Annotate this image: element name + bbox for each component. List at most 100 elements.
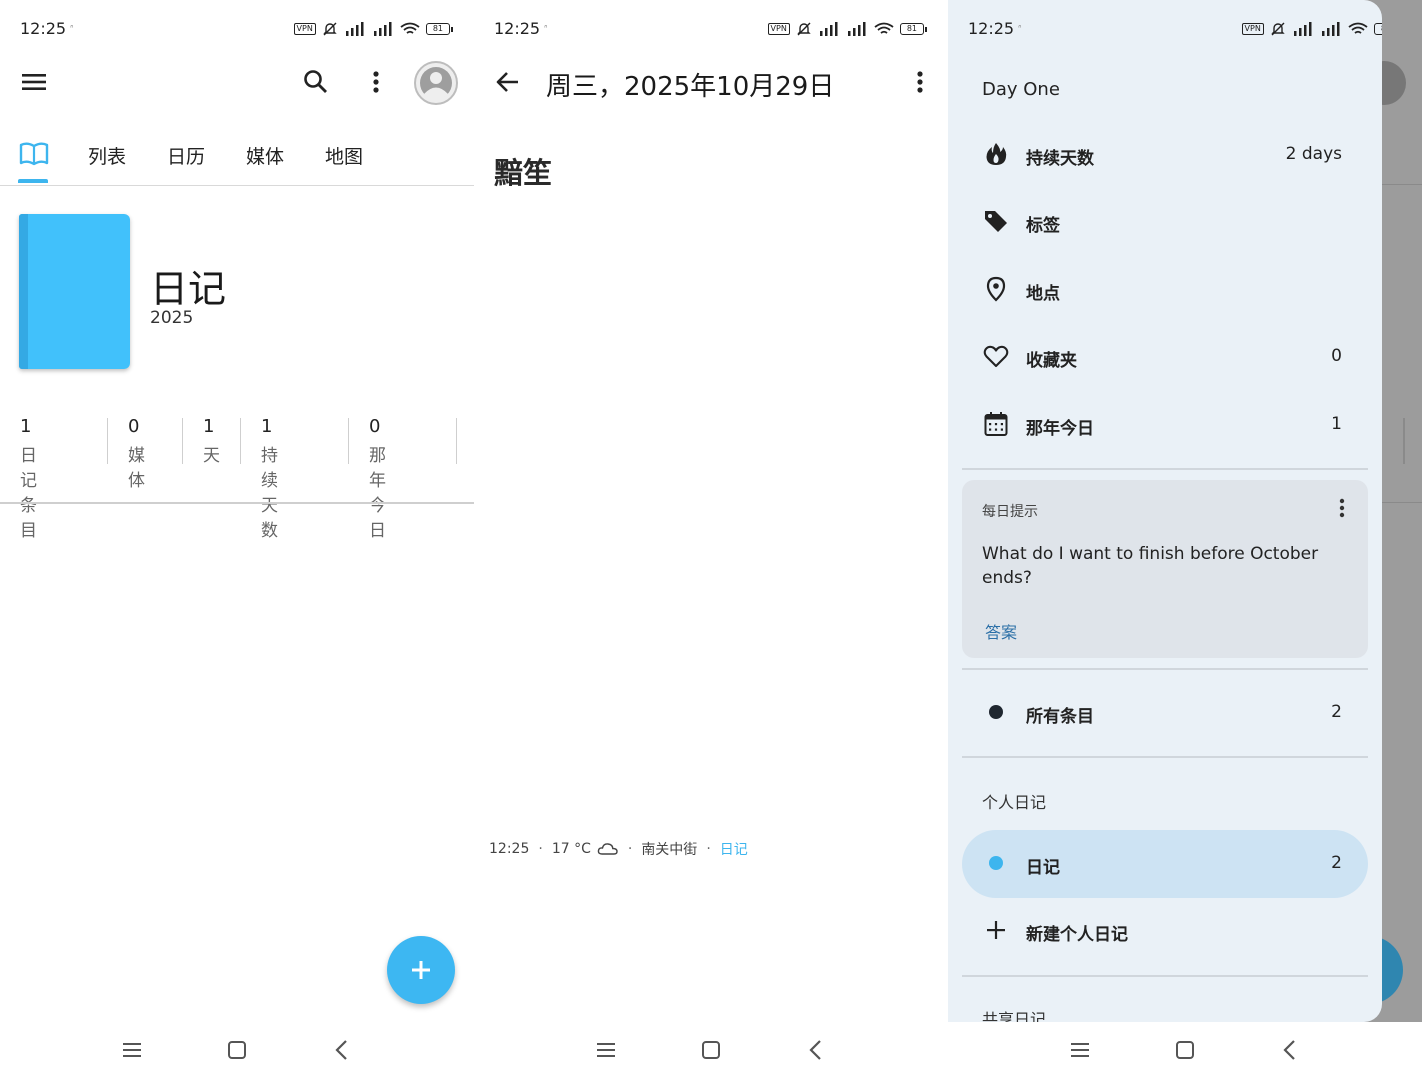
- more-vert-icon[interactable]: [360, 66, 392, 98]
- home-icon[interactable]: [223, 1036, 251, 1064]
- divider: [962, 468, 1368, 470]
- battery-icon: 81: [425, 23, 454, 35]
- stat-media[interactable]: 0 媒体: [108, 416, 145, 491]
- drawer-item-count: 2: [1331, 853, 1342, 873]
- tab-media[interactable]: 媒体: [246, 142, 284, 169]
- drawer-item-label: 收藏夹: [1026, 351, 1077, 371]
- home-icon[interactable]: [697, 1036, 725, 1064]
- daily-prompt-heading: 每日提示: [982, 504, 1038, 520]
- tab-indicator: [18, 179, 48, 183]
- stat-streak[interactable]: 1 持续天数: [241, 416, 278, 541]
- drawer-item-streak[interactable]: 持续天数 2 days: [982, 136, 1342, 176]
- journal-title: 日记: [150, 267, 227, 311]
- wifi-icon: [400, 22, 420, 34]
- drawer-item-label: 新建个人日记: [1026, 925, 1128, 945]
- drawer-item-count: 0: [1331, 346, 1342, 366]
- drawer-item-journal[interactable]: 日记 2: [982, 845, 1342, 885]
- vpn-icon: VPN: [767, 23, 790, 35]
- tab-map[interactable]: 地图: [325, 142, 363, 169]
- drawer-item-label: 地点: [1026, 284, 1060, 304]
- journal-cover[interactable]: [19, 214, 130, 369]
- drawer-item-tags[interactable]: 标签: [982, 203, 1342, 243]
- daily-prompt-card[interactable]: 每日提示 What do I want to finish before Oct…: [962, 480, 1368, 658]
- daily-prompt-question: What do I want to finish before October …: [982, 544, 1319, 588]
- book-icon[interactable]: [18, 138, 50, 170]
- search-icon[interactable]: [300, 66, 332, 98]
- location-pin-icon: [986, 276, 1006, 302]
- recents-icon[interactable]: [592, 1036, 620, 1064]
- navigation-drawer: 12:25 ᐢ VPN 81 Day One 持续天数 2 days 标签 地点: [948, 0, 1382, 1022]
- more-vert-icon[interactable]: [904, 66, 936, 98]
- bell-off-icon: [1271, 22, 1285, 36]
- personal-journals-heading: 个人日记: [982, 793, 1047, 812]
- entry-metadata: 12:25 · 17 °C · 南关中街 · 日记: [489, 839, 748, 859]
- status-time: 12:25: [20, 19, 67, 38]
- entry-body-text[interactable]: 黯笙: [494, 150, 552, 192]
- arrow-back-icon[interactable]: [492, 66, 524, 98]
- entry-screen: 12:25 ᐢ VPN 81 周三，2025年10月29日 黯笙 12:25 ·…: [474, 0, 948, 1080]
- signal-icon: [345, 22, 364, 36]
- stat-label: 媒体: [128, 446, 145, 491]
- drawer-screen: 12:25 ᐢ VPN 81 Day One 持续天数 2 days 标签 地点: [948, 0, 1422, 1080]
- signal-icon-2: [847, 22, 866, 36]
- back-icon[interactable]: [1276, 1036, 1304, 1064]
- drawer-item-label: 持续天数: [1026, 149, 1094, 169]
- back-icon[interactable]: [328, 1036, 356, 1064]
- scrim-divider: [1403, 418, 1405, 464]
- add-entry-button[interactable]: [387, 936, 455, 1004]
- separator-dot: ·: [627, 841, 633, 857]
- status-bar: 12:25 ᐢ VPN 81: [948, 0, 1382, 60]
- drawer-item-favorites[interactable]: 收藏夹 0: [982, 338, 1342, 378]
- cloud-icon: [597, 843, 618, 855]
- new-journal-button[interactable]: 新建个人日记: [982, 912, 1342, 952]
- journal-color-dot-icon: [989, 856, 1003, 870]
- home-icon[interactable]: [1171, 1036, 1199, 1064]
- entry-journal-link[interactable]: 日记: [720, 839, 748, 859]
- flame-icon: [986, 143, 1007, 165]
- scrim-divider: [1382, 502, 1422, 503]
- person-icon: [420, 67, 452, 100]
- signal-icon-2: [1321, 22, 1340, 36]
- journal-home-screen: 12:25 ᐢ VPN 81 列表 日历 媒体 地图 日记 2025 1 日记条…: [0, 0, 474, 1080]
- drawer-item-places[interactable]: 地点: [982, 271, 1342, 311]
- drawer-item-count: 1: [1331, 414, 1342, 434]
- status-time: 12:25: [494, 19, 541, 38]
- shared-journals-heading: 共享日记: [982, 1010, 1047, 1022]
- notification-icon: ᐢ: [1018, 24, 1022, 34]
- dot-icon: [989, 705, 1003, 719]
- entry-date-title: 周三，2025年10月29日: [546, 72, 835, 102]
- stat-value: 1: [261, 416, 273, 437]
- system-nav-bar: [474, 1022, 948, 1080]
- tab-calendar[interactable]: 日历: [167, 142, 205, 169]
- drawer-item-all-entries[interactable]: 所有条目 2: [982, 694, 1342, 734]
- plus-icon: [412, 961, 430, 979]
- system-nav-bar: [0, 1022, 474, 1080]
- recents-icon[interactable]: [1066, 1036, 1094, 1064]
- tab-list[interactable]: 列表: [88, 142, 126, 169]
- drawer-item-count: 2 days: [1285, 144, 1342, 164]
- signal-icon-2: [373, 22, 392, 36]
- entry-location[interactable]: 南关中街: [641, 839, 697, 859]
- drawer-item-label: 那年今日: [1026, 419, 1094, 439]
- battery-icon: 81: [1373, 23, 1382, 35]
- plus-icon: [987, 921, 1005, 939]
- drawer-item-on-this-day[interactable]: 那年今日 1: [982, 406, 1342, 446]
- entry-temperature: 17 °C: [551, 841, 591, 857]
- back-icon[interactable]: [802, 1036, 830, 1064]
- stat-value: 0: [369, 416, 381, 437]
- stat-entries[interactable]: 1 日记条目: [0, 416, 37, 541]
- menu-icon[interactable]: [18, 66, 50, 98]
- stat-label: 日记条目: [20, 446, 37, 541]
- vpn-icon: VPN: [1241, 23, 1264, 35]
- answer-button[interactable]: 答案: [985, 619, 1017, 643]
- stat-days[interactable]: 1 天: [183, 416, 220, 466]
- drawer-item-label: 标签: [1026, 216, 1060, 236]
- bell-off-icon: [797, 22, 811, 36]
- stat-on-this-day[interactable]: 0 那年今日: [349, 416, 386, 541]
- more-vert-icon[interactable]: [1330, 496, 1354, 520]
- heart-icon: [983, 345, 1009, 368]
- entry-time: 12:25: [489, 841, 530, 857]
- recents-icon[interactable]: [118, 1036, 146, 1064]
- avatar[interactable]: [414, 61, 458, 105]
- separator-dot: ·: [538, 841, 543, 857]
